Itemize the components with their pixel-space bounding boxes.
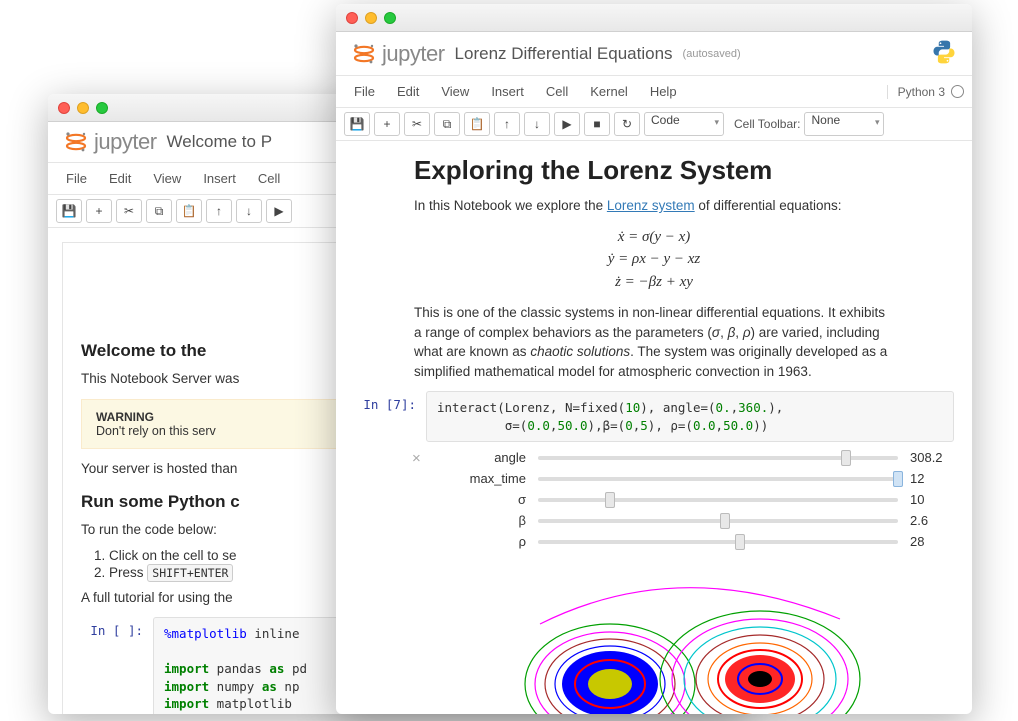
- notebook-title[interactable]: Welcome to P: [167, 132, 273, 152]
- slider-thumb[interactable]: [605, 492, 615, 508]
- lorenz-link[interactable]: Lorenz system: [607, 198, 695, 213]
- menu-file[interactable]: File: [344, 80, 385, 103]
- slider-: σ 10: [426, 492, 954, 507]
- menu-view[interactable]: View: [431, 80, 479, 103]
- slider-value: 10: [910, 492, 954, 507]
- equations: ẋ = σ(y − x) ẏ = ρx − y − xz ż = −βz + x…: [414, 226, 894, 294]
- zoom-icon[interactable]: [384, 12, 396, 24]
- lorenz-attractor-figure: [426, 569, 954, 714]
- slider-track[interactable]: [538, 456, 898, 460]
- slider-track[interactable]: [538, 498, 898, 502]
- jupyter-logo[interactable]: jupyter: [62, 128, 157, 156]
- celltype-select[interactable]: Code: [644, 112, 724, 136]
- menu-insert[interactable]: Insert: [193, 167, 246, 190]
- move-down-button[interactable]: ↓: [236, 199, 262, 223]
- save-button[interactable]: 💾: [56, 199, 82, 223]
- celltoolbar-select[interactable]: None: [804, 112, 884, 136]
- slider-track[interactable]: [538, 519, 898, 523]
- code-cell[interactable]: In [7]: interact(Lorenz, N=fixed(10), an…: [354, 391, 954, 714]
- slider-thumb[interactable]: [893, 471, 903, 487]
- paste-button[interactable]: 📋: [176, 199, 202, 223]
- notebook-header: jupyter Lorenz Differential Equations (a…: [336, 32, 972, 76]
- copy-button[interactable]: ⧉: [434, 112, 460, 136]
- slider-track[interactable]: [538, 540, 898, 544]
- cell-output: × angle308.2max_time12σ10β2.6ρ28: [426, 450, 954, 714]
- close-icon[interactable]: [58, 102, 70, 114]
- add-cell-button[interactable]: +: [86, 199, 112, 223]
- slider-value: 12: [910, 471, 954, 486]
- restart-button[interactable]: ↻: [614, 112, 640, 136]
- run-button[interactable]: ▶: [554, 112, 580, 136]
- menubar: File Edit View Insert Cell Kernel Help P…: [336, 76, 972, 108]
- menu-file[interactable]: File: [56, 167, 97, 190]
- move-up-button[interactable]: ↑: [494, 112, 520, 136]
- paste-button[interactable]: 📋: [464, 112, 490, 136]
- foreground-window: jupyter Lorenz Differential Equations (a…: [336, 4, 972, 714]
- celltoolbar-label: Cell Toolbar:: [734, 117, 800, 131]
- copy-button[interactable]: ⧉: [146, 199, 172, 223]
- save-button[interactable]: 💾: [344, 112, 370, 136]
- run-button[interactable]: ▶: [266, 199, 292, 223]
- close-icon[interactable]: ×: [412, 450, 421, 467]
- logo-text: jupyter: [382, 41, 445, 67]
- jupyter-icon: [62, 128, 90, 156]
- slider-label: β: [426, 513, 526, 528]
- kernel-status-icon: [951, 85, 964, 98]
- input-prompt: In [7]:: [354, 391, 426, 714]
- add-cell-button[interactable]: +: [374, 112, 400, 136]
- slider-label: ρ: [426, 534, 526, 549]
- cut-button[interactable]: ✂: [404, 112, 430, 136]
- slider-value: 308.2: [910, 450, 954, 465]
- python-icon: [930, 38, 958, 69]
- logo-text: jupyter: [94, 129, 157, 155]
- menu-cell[interactable]: Cell: [536, 80, 578, 103]
- page-title: Exploring the Lorenz System: [414, 155, 894, 186]
- slider-: β 2.6: [426, 513, 954, 528]
- warning-text: Don't rely on this serv: [96, 424, 216, 438]
- menu-kernel[interactable]: Kernel: [580, 80, 638, 103]
- slider-max_time: max_time 12: [426, 471, 954, 486]
- slider-thumb[interactable]: [841, 450, 851, 466]
- slider-value: 28: [910, 534, 954, 549]
- slider-label: max_time: [426, 471, 526, 486]
- slider-label: σ: [426, 492, 526, 507]
- code-input[interactable]: interact(Lorenz, N=fixed(10), angle=(0.,…: [426, 391, 954, 442]
- slider-thumb[interactable]: [735, 534, 745, 550]
- menu-insert[interactable]: Insert: [481, 80, 534, 103]
- toolbar: 💾 + ✂ ⧉ 📋 ↑ ↓ ▶ ■ ↻ Code Cell Toolbar: N…: [336, 108, 972, 141]
- move-down-button[interactable]: ↓: [524, 112, 550, 136]
- kernel-indicator: Python 3: [887, 85, 964, 99]
- slider-angle: angle 308.2: [426, 450, 954, 465]
- slider-: ρ 28: [426, 534, 954, 549]
- slider-label: angle: [426, 450, 526, 465]
- minimize-icon[interactable]: [77, 102, 89, 114]
- autosave-status: (autosaved): [683, 48, 741, 60]
- slider-value: 2.6: [910, 513, 954, 528]
- slider-track[interactable]: [538, 477, 898, 481]
- titlebar: [336, 4, 972, 32]
- menu-view[interactable]: View: [143, 167, 191, 190]
- menu-cell[interactable]: Cell: [248, 167, 290, 190]
- intro-text: In this Notebook we explore the Lorenz s…: [414, 196, 894, 216]
- menu-help[interactable]: Help: [640, 80, 687, 103]
- minimize-icon[interactable]: [365, 12, 377, 24]
- close-icon[interactable]: [346, 12, 358, 24]
- warning-label: WARNING: [96, 410, 154, 424]
- stop-button[interactable]: ■: [584, 112, 610, 136]
- menu-edit[interactable]: Edit: [387, 80, 429, 103]
- description-text: This is one of the classic systems in no…: [414, 303, 894, 381]
- kernel-name: Python 3: [898, 85, 945, 99]
- slider-thumb[interactable]: [720, 513, 730, 529]
- jupyter-logo[interactable]: jupyter: [350, 40, 445, 68]
- input-prompt: In [ ]:: [81, 617, 153, 714]
- cut-button[interactable]: ✂: [116, 199, 142, 223]
- menu-edit[interactable]: Edit: [99, 167, 141, 190]
- jupyter-icon: [350, 40, 378, 68]
- move-up-button[interactable]: ↑: [206, 199, 232, 223]
- zoom-icon[interactable]: [96, 102, 108, 114]
- notebook-title[interactable]: Lorenz Differential Equations: [455, 44, 673, 64]
